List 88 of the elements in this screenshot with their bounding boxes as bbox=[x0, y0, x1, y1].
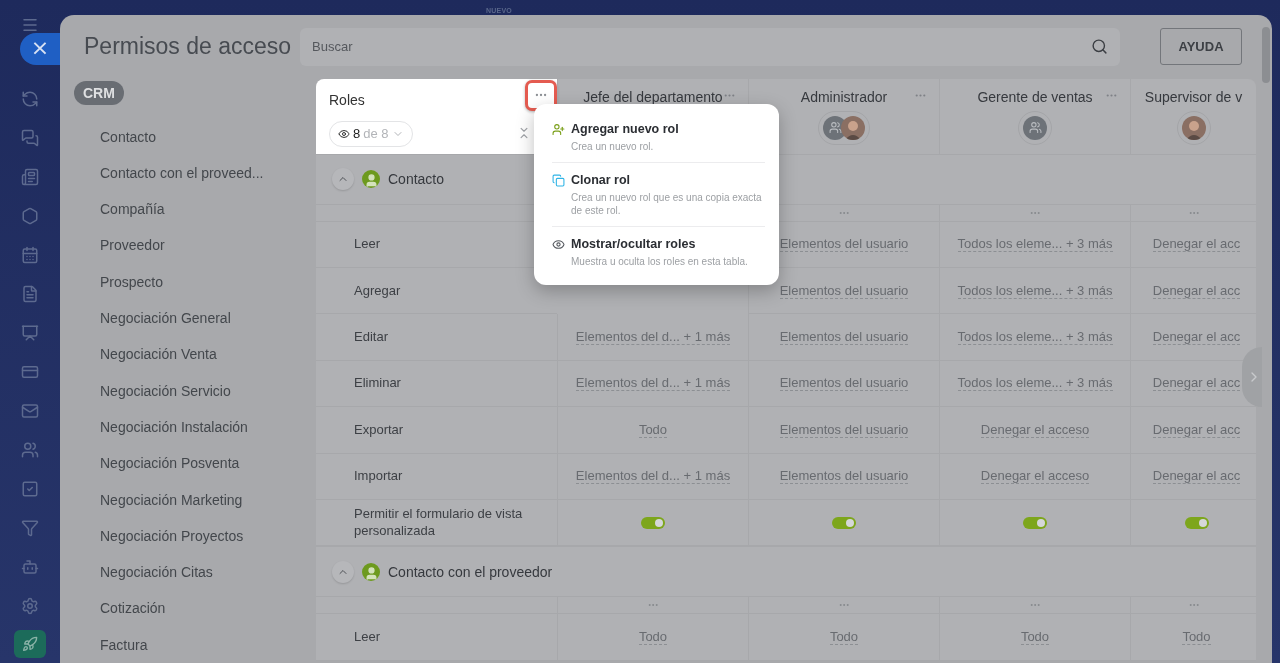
access-value[interactable]: Denegar el acceso bbox=[980, 421, 1090, 438]
nav-item[interactable]: Prospecto bbox=[100, 263, 164, 301]
access-value[interactable]: Elementos del d... + 1 más bbox=[575, 329, 731, 345]
access-value[interactable]: Denegar el acceso bbox=[980, 468, 1090, 485]
permission-label: Permitir el formulario de vista personalizada bbox=[316, 499, 557, 547]
help-button[interactable]: AYUDA bbox=[1160, 28, 1242, 66]
nav-item[interactable]: Negociación Posventa bbox=[100, 445, 240, 482]
role-name: Jefe del departamento bbox=[583, 88, 723, 105]
menu-item-title: Clonar rol bbox=[571, 172, 632, 187]
access-value[interactable]: Todos los eleme... + 3 más bbox=[957, 329, 1113, 345]
nav-item[interactable]: Negociación Citas bbox=[100, 554, 213, 591]
access-value[interactable]: Todo bbox=[638, 628, 668, 645]
search-field[interactable]: Buscar bbox=[300, 27, 1120, 66]
toggle-switch[interactable] bbox=[1023, 516, 1047, 529]
permission-label: Eliminar bbox=[316, 360, 557, 408]
access-value[interactable]: Denegar el acc bbox=[1152, 329, 1241, 345]
toggle-switch[interactable] bbox=[641, 516, 665, 529]
nav-item[interactable]: Negociación Marketing bbox=[100, 481, 243, 518]
permission-label: Importar bbox=[316, 453, 557, 500]
section-title: Contacto bbox=[388, 171, 445, 188]
menu-item[interactable]: Agregar nuevo rol Crea un nuevo rol. bbox=[552, 111, 765, 162]
access-value[interactable]: Todos los eleme... + 3 más bbox=[957, 282, 1113, 299]
nav-item[interactable]: Negociación Venta bbox=[100, 336, 217, 373]
collapse-button[interactable] bbox=[332, 560, 354, 583]
menu-item-title: Agregar nuevo rol bbox=[571, 121, 679, 136]
nav-item[interactable]: Cotización bbox=[100, 590, 166, 627]
nav-item[interactable]: Contacto bbox=[100, 118, 157, 155]
access-value[interactable]: Denegar el acc bbox=[1152, 282, 1241, 299]
scrollbar[interactable] bbox=[1262, 27, 1270, 83]
access-value[interactable]: Denegar el acc bbox=[1152, 468, 1241, 485]
access-value[interactable]: Elementos del usuario bbox=[779, 329, 909, 345]
nav-item[interactable]: Contacto con el proveed... bbox=[100, 154, 264, 192]
eye-icon bbox=[552, 237, 565, 251]
role-name: Administrador bbox=[800, 88, 888, 105]
group-icon bbox=[1023, 115, 1047, 140]
chat-icon[interactable] bbox=[19, 127, 41, 149]
role-name: Gerente de ventas bbox=[977, 88, 1093, 105]
menu-item-title: Mostrar/ocultar roles bbox=[571, 236, 697, 251]
access-value[interactable]: Todo bbox=[638, 421, 668, 438]
permission-label: Leer bbox=[316, 614, 557, 661]
access-value[interactable]: Elementos del usuario bbox=[779, 421, 909, 438]
nav-item[interactable]: Negociación Proyectos bbox=[100, 517, 244, 555]
collapse-icon[interactable] bbox=[517, 125, 531, 140]
person-icon bbox=[362, 170, 380, 189]
nav-item[interactable]: Negociación Instalación bbox=[100, 408, 248, 446]
nav-item[interactable]: Compañía bbox=[100, 191, 165, 228]
toggle-switch[interactable] bbox=[832, 516, 856, 529]
access-value[interactable]: Elementos del d... + 1 más bbox=[575, 375, 731, 392]
access-value[interactable]: Todos los eleme... + 3 más bbox=[957, 236, 1113, 253]
permission-label: Exportar bbox=[316, 407, 557, 454]
rocket-icon[interactable] bbox=[14, 630, 46, 658]
nav-item[interactable]: Factura bbox=[100, 626, 148, 663]
crm-tag[interactable]: CRM bbox=[74, 80, 124, 105]
section-title: Contacto con el proveedor bbox=[388, 563, 553, 580]
access-value[interactable]: Elementos del usuario bbox=[779, 375, 909, 392]
access-value[interactable]: Denegar el acc bbox=[1152, 421, 1241, 438]
access-value[interactable]: Todo bbox=[1020, 628, 1050, 645]
nav-item[interactable]: Negociación General bbox=[100, 300, 231, 337]
role-filter[interactable]: 8 de 8 bbox=[329, 120, 413, 147]
page-title: Permisos de acceso bbox=[84, 33, 293, 61]
menu-item[interactable]: Mostrar/ocultar roles Muestra u oculta los roles en esta tabla. bbox=[552, 225, 765, 277]
access-value[interactable]: Denegar el acc bbox=[1152, 375, 1241, 392]
role-name: Supervisor de v bbox=[1144, 88, 1243, 105]
access-value[interactable]: Elementos del usuario bbox=[779, 468, 909, 485]
access-value[interactable]: Todo bbox=[829, 628, 859, 645]
copy-icon bbox=[552, 173, 565, 187]
person-icon bbox=[362, 562, 380, 581]
access-value[interactable]: Todos los eleme... + 3 más bbox=[957, 375, 1113, 392]
eye-icon bbox=[338, 127, 350, 140]
add-user-icon bbox=[552, 122, 565, 136]
menu-item-description: Crea un nuevo rol que es una copia exacta de este rol. bbox=[571, 190, 763, 217]
nav-item[interactable]: Negociación Servicio bbox=[100, 372, 231, 409]
search-icon[interactable] bbox=[1091, 37, 1108, 55]
permission-label: Editar bbox=[316, 314, 557, 361]
newspaper-icon[interactable] bbox=[19, 166, 41, 188]
access-value[interactable]: Todo bbox=[1182, 628, 1211, 645]
roles-label: Roles bbox=[329, 91, 365, 108]
access-value[interactable]: Elementos del usuario bbox=[779, 282, 909, 299]
toggle-switch[interactable] bbox=[1184, 516, 1209, 529]
access-value[interactable]: Elementos del d... + 1 más bbox=[575, 468, 731, 485]
menu-item[interactable]: Clonar rol Crea un nuevo rol que es una copia exacta de este rol. bbox=[552, 161, 765, 226]
menu-item-description: Crea un nuevo rol. bbox=[571, 139, 655, 153]
access-value[interactable]: Denegar el acc bbox=[1152, 236, 1241, 253]
calendar-icon[interactable] bbox=[19, 244, 41, 266]
collapse-button[interactable] bbox=[332, 168, 354, 191]
more-button[interactable] bbox=[525, 79, 557, 111]
menu-item-description: Muestra u oculta los roles en esta tabla. bbox=[571, 254, 748, 268]
nav-item[interactable]: Proveedor bbox=[100, 227, 165, 264]
